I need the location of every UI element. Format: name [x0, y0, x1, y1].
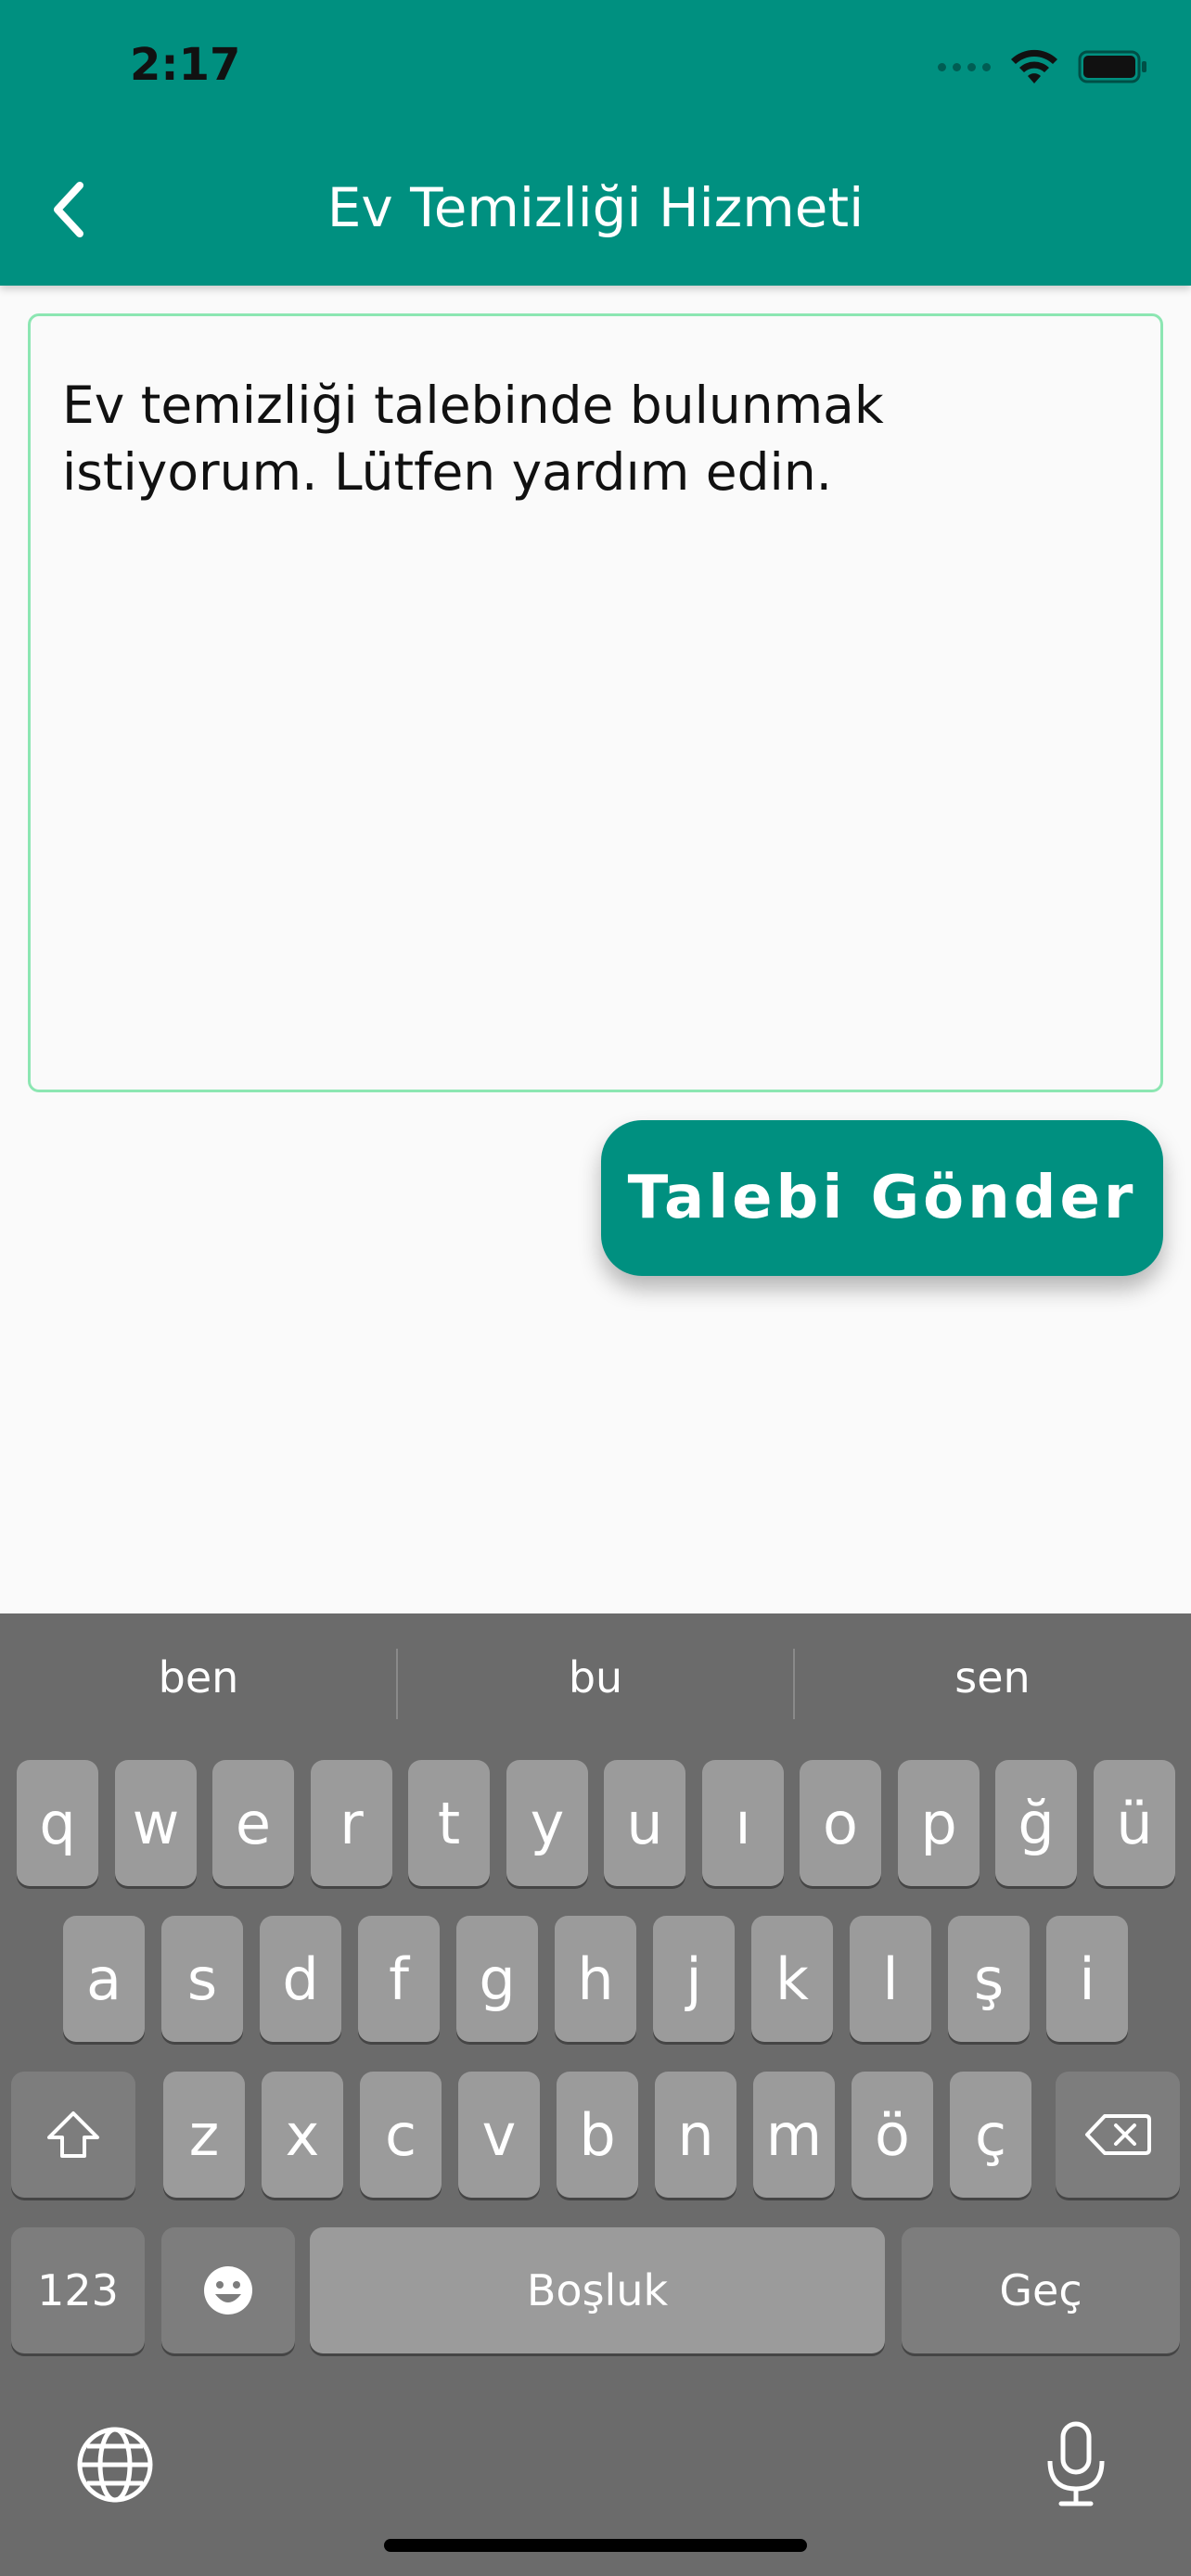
key-g[interactable]: g [456, 1916, 538, 2042]
suggestion-bar: ben bu sen [0, 1613, 1191, 1754]
app-bar: 2:17 Ev Temizliği Hizmeti [0, 0, 1191, 286]
shift-key[interactable] [11, 2072, 135, 2198]
key-v[interactable]: v [458, 2072, 540, 2198]
backspace-icon [1085, 2114, 1151, 2155]
key-s-cedilla[interactable]: ş [948, 1916, 1030, 2042]
key-o[interactable]: o [800, 1760, 881, 1886]
key-x[interactable]: x [262, 2072, 343, 2198]
key-t[interactable]: t [408, 1760, 490, 1886]
key-p[interactable]: p [898, 1760, 980, 1886]
key-d[interactable]: d [260, 1916, 341, 2042]
key-w[interactable]: w [115, 1760, 197, 1886]
key-b[interactable]: b [557, 2072, 638, 2198]
key-z[interactable]: z [163, 2072, 245, 2198]
return-key[interactable]: Geç [902, 2227, 1180, 2353]
key-h[interactable]: h [555, 1916, 636, 2042]
home-indicator [384, 2539, 807, 2552]
numbers-key[interactable]: 123 [11, 2227, 145, 2353]
page-title: Ev Temizliği Hizmeti [327, 176, 864, 239]
key-j[interactable]: j [653, 1916, 735, 2042]
key-e[interactable]: e [212, 1760, 294, 1886]
globe-icon[interactable] [74, 2424, 156, 2506]
suggestion-item[interactable]: bu [397, 1652, 794, 1702]
key-l[interactable]: l [850, 1916, 931, 2042]
wifi-icon [1011, 49, 1057, 83]
emoji-icon [204, 2266, 252, 2315]
key-u[interactable]: u [604, 1760, 685, 1886]
status-time: 2:17 [130, 39, 241, 91]
keyboard: ben bu sen q w e r t y u ı o p ğ ü a s d… [0, 1613, 1191, 2576]
suggestion-item[interactable]: ben [0, 1652, 397, 1702]
shift-icon [47, 2111, 99, 2158]
key-r[interactable]: r [311, 1760, 392, 1886]
key-u-umlaut[interactable]: ü [1094, 1760, 1175, 1886]
key-dotless-i[interactable]: ı [702, 1760, 784, 1886]
submit-request-button[interactable]: Talebi Gönder [601, 1120, 1163, 1276]
emoji-key[interactable] [161, 2227, 295, 2353]
key-a[interactable]: a [63, 1916, 145, 2042]
key-o-umlaut[interactable]: ö [852, 2072, 933, 2198]
key-m[interactable]: m [753, 2072, 835, 2198]
key-k[interactable]: k [751, 1916, 833, 2042]
key-y[interactable]: y [506, 1760, 588, 1886]
space-key[interactable]: Boşluk [310, 2227, 885, 2353]
status-icons [938, 43, 1148, 91]
key-i[interactable]: i [1046, 1916, 1128, 2042]
cellular-signal-icon [938, 62, 991, 71]
key-n[interactable]: n [655, 2072, 736, 2198]
key-q[interactable]: q [17, 1760, 98, 1886]
key-c[interactable]: c [360, 2072, 442, 2198]
key-g-breve[interactable]: ğ [995, 1760, 1077, 1886]
suggestion-item[interactable]: sen [794, 1652, 1191, 1702]
key-c-cedilla[interactable]: ç [950, 2072, 1031, 2198]
key-f[interactable]: f [358, 1916, 440, 2042]
request-text-field[interactable]: Ev temizliği talebinde bulunmak istiyoru… [28, 313, 1163, 1092]
backspace-key[interactable] [1056, 2072, 1180, 2198]
battery-icon [1078, 50, 1146, 83]
microphone-icon[interactable] [1043, 2420, 1109, 2509]
key-s[interactable]: s [161, 1916, 243, 2042]
